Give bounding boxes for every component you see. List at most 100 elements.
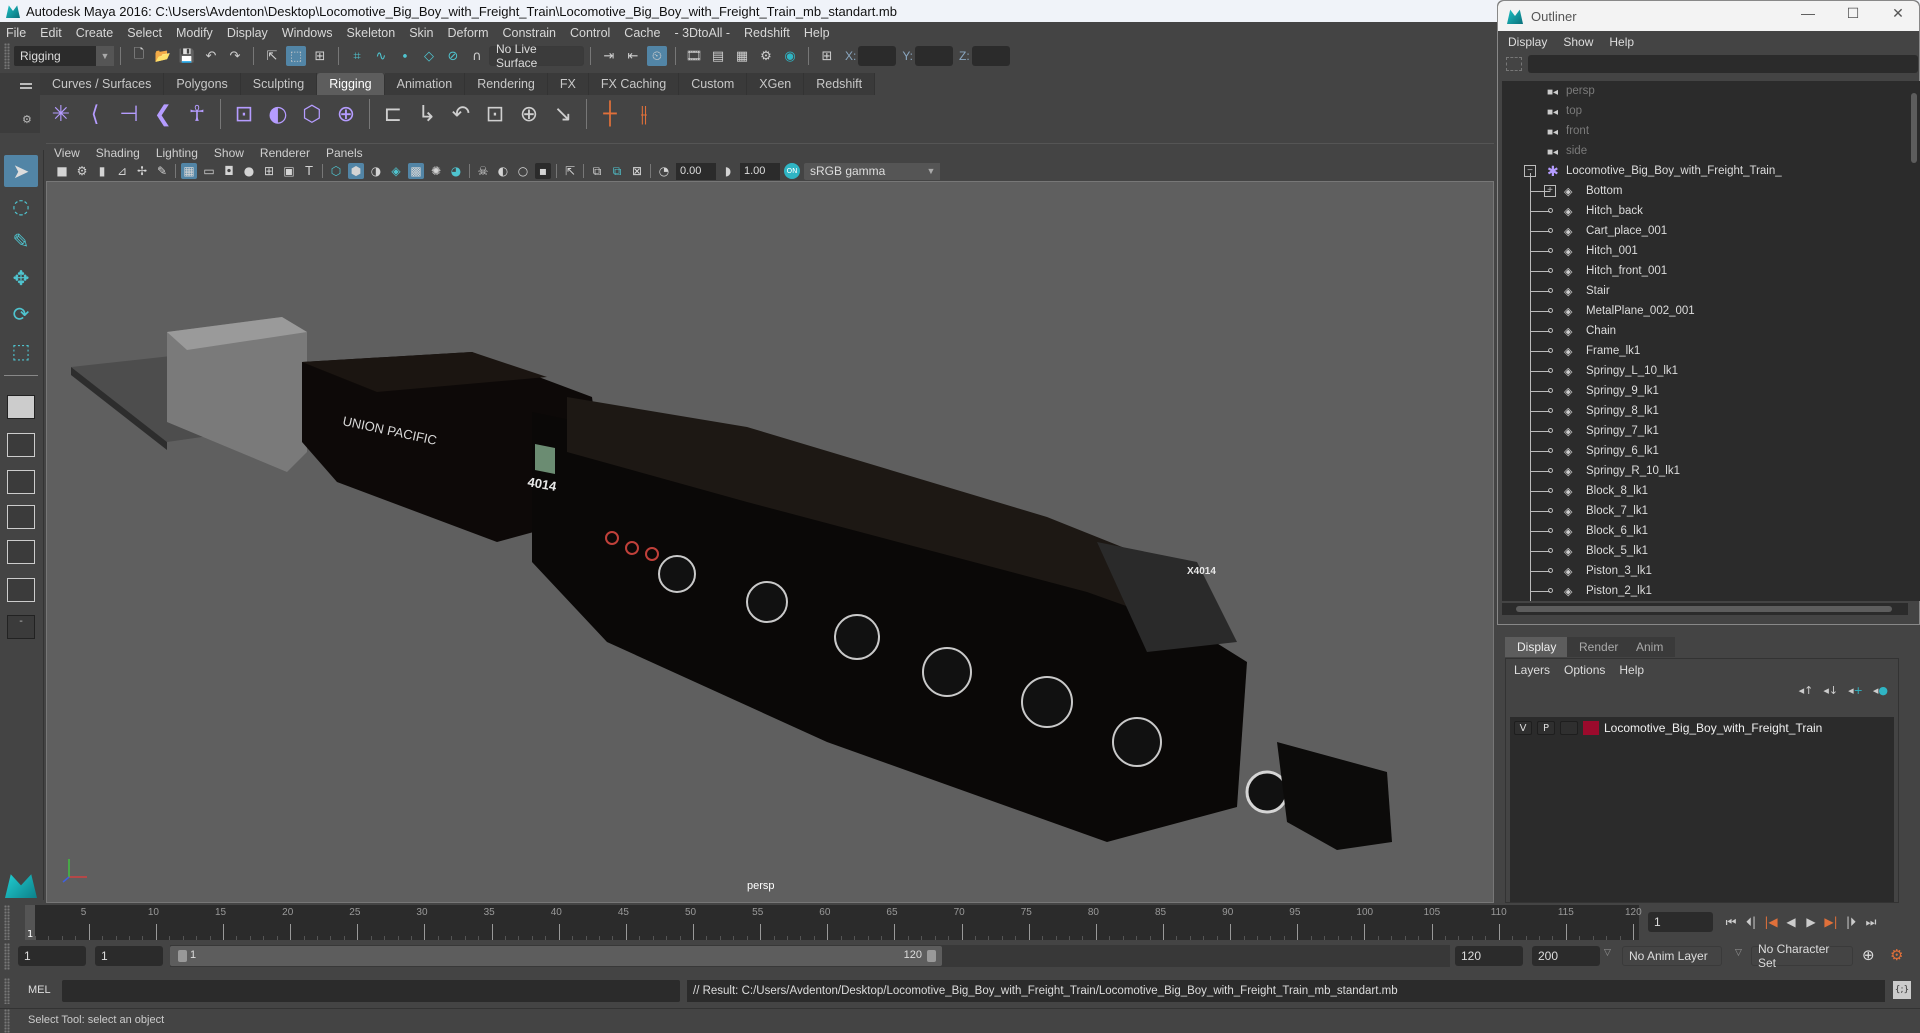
- depth-of-field-icon[interactable]: ▪: [535, 163, 551, 179]
- auto-key-icon[interactable]: ⊕: [1862, 946, 1875, 964]
- wireframe-icon[interactable]: ⬡: [328, 163, 344, 179]
- outliner-item-front[interactable]: ■◂ front: [1502, 121, 1908, 141]
- menu-skeleton[interactable]: Skeleton: [347, 26, 396, 40]
- render-sequence-icon[interactable]: ▤: [708, 46, 728, 66]
- outliner-item-root[interactable]: − ✱ Locomotive_Big_Boy_with_Freight_Trai…: [1502, 161, 1908, 181]
- add-influence-icon[interactable]: ┼: [595, 99, 625, 129]
- step-back-key-icon[interactable]: |◀: [1761, 912, 1781, 932]
- current-frame-field[interactable]: 1: [1648, 912, 1713, 932]
- outliner-item-side[interactable]: ■◂ side: [1502, 141, 1908, 161]
- outliner-item[interactable]: ◈ Springy_9_lk1: [1502, 381, 1908, 401]
- step-back-frame-icon[interactable]: ⏴|: [1741, 912, 1761, 932]
- field-chart-icon[interactable]: ⊞: [261, 163, 277, 179]
- go-to-end-icon[interactable]: ⏭: [1861, 912, 1881, 932]
- resolution-gate-icon[interactable]: ◘: [221, 163, 237, 179]
- film-gate-icon[interactable]: ▭: [201, 163, 217, 179]
- grip-handle[interactable]: [4, 978, 10, 1004]
- aim-constraint-icon[interactable]: ⊕: [514, 99, 544, 129]
- persp-outliner-graph-layout-icon[interactable]: [7, 578, 35, 602]
- menu-control[interactable]: Control: [570, 26, 610, 40]
- outliner-item[interactable]: ◈ Springy_7_lk1: [1502, 421, 1908, 441]
- persp-graph-layout-icon[interactable]: [7, 505, 35, 529]
- outliner-search-input[interactable]: [1528, 55, 1918, 73]
- viewport-menu-renderer[interactable]: Renderer: [260, 146, 310, 160]
- exposure-field[interactable]: 0.00: [676, 162, 716, 180]
- move-tool-icon[interactable]: ✥: [4, 262, 38, 294]
- xray-active-components-icon[interactable]: ⧉: [609, 163, 625, 179]
- viewport-menu-shading[interactable]: Shading: [96, 146, 140, 160]
- menu-file[interactable]: File: [6, 26, 26, 40]
- script-language-toggle[interactable]: MEL: [28, 984, 51, 996]
- humanik-icon[interactable]: ☥: [182, 99, 212, 129]
- outliner-item[interactable]: ◈ Cart_place_001: [1502, 221, 1908, 241]
- step-forward-frame-icon[interactable]: |⏵: [1841, 912, 1861, 932]
- shelf-tab-rendering[interactable]: Rendering: [465, 73, 548, 95]
- grip-handle[interactable]: [4, 43, 10, 69]
- paint-weights-icon[interactable]: ⊡: [229, 99, 259, 129]
- outliner-item-persp[interactable]: ■◂ persp: [1502, 81, 1908, 101]
- viewport-menu-lighting[interactable]: Lighting: [156, 146, 198, 160]
- shelf-tab-redshift[interactable]: Redshift: [804, 73, 876, 95]
- menu-select[interactable]: Select: [127, 26, 162, 40]
- menu-constrain[interactable]: Constrain: [503, 26, 557, 40]
- animation-end-field[interactable]: 200: [1532, 946, 1600, 966]
- ik-spring-icon[interactable]: ❮: [148, 99, 178, 129]
- layer-tab-display[interactable]: Display: [1505, 637, 1569, 657]
- camera-attributes-icon[interactable]: ⚙: [74, 163, 90, 179]
- layer-color-swatch[interactable]: [1583, 721, 1599, 735]
- perspective-viewport[interactable]: UNION PACIFIC 4014 X4014 persp: [46, 181, 1494, 903]
- y-field[interactable]: [915, 46, 954, 66]
- outliner-item[interactable]: ◈ Chain: [1502, 321, 1908, 341]
- playback-start-field[interactable]: 1: [95, 946, 163, 966]
- ipr-render-icon[interactable]: ▦: [732, 46, 752, 66]
- textured-icon[interactable]: ▩: [408, 163, 424, 179]
- viewport-menu-show[interactable]: Show: [214, 146, 244, 160]
- gamma-field[interactable]: 1.00: [740, 162, 780, 180]
- hypershade-persp-layout-icon[interactable]: [7, 540, 35, 564]
- open-scene-icon[interactable]: 📂: [153, 46, 173, 66]
- ik-spline-icon[interactable]: ⊣: [114, 99, 144, 129]
- lattice-icon[interactable]: ⬡: [297, 99, 327, 129]
- viewport-menu-view[interactable]: View: [54, 146, 80, 160]
- go-to-start-icon[interactable]: ⏮: [1721, 912, 1741, 932]
- outliner-item[interactable]: ◈ Springy_L_10_lk1: [1502, 361, 1908, 381]
- select-hierarchy-icon[interactable]: ⇱: [262, 46, 282, 66]
- shelf-tab-rigging[interactable]: Rigging: [317, 73, 385, 95]
- new-empty-layer-icon[interactable]: ◂+: [1848, 684, 1863, 697]
- outliner-item[interactable]: ◈ Frame_lk1: [1502, 341, 1908, 361]
- maximize-icon[interactable]: ☐: [1833, 5, 1873, 22]
- outliner-item[interactable]: ◈ Block_5_lk1: [1502, 541, 1908, 561]
- snap-magnet-icon[interactable]: ∩: [467, 46, 487, 66]
- outliner-menu-show[interactable]: Show: [1563, 35, 1593, 49]
- hypershade-icon[interactable]: ◉: [780, 46, 800, 66]
- render-frame-icon[interactable]: 🎞: [684, 46, 704, 66]
- animation-preferences-icon[interactable]: ⚙: [1890, 946, 1903, 964]
- outliner-item[interactable]: ◈ Block_6_lk1: [1502, 521, 1908, 541]
- x-field[interactable]: [858, 46, 897, 66]
- menu-windows[interactable]: Windows: [282, 26, 333, 40]
- outliner-vertical-scrollbar[interactable]: [1908, 81, 1920, 601]
- new-layer-from-selection-icon[interactable]: ◂●: [1873, 684, 1888, 697]
- select-object-icon[interactable]: ⬚: [286, 46, 306, 66]
- time-slider[interactable]: 1 5 10 15 20 25 30 35 40 45 50 55 60 65 70 75 80 85 90 95 1…: [25, 905, 1642, 940]
- minimize-icon[interactable]: —: [1788, 5, 1828, 21]
- wireframe-on-shaded-icon[interactable]: ◈: [388, 163, 404, 179]
- shadows-icon[interactable]: ◕: [448, 163, 464, 179]
- shelf-tab-fx-caching[interactable]: FX Caching: [588, 73, 680, 95]
- menuset-dropdown[interactable]: Rigging ▼: [14, 46, 114, 66]
- range-start-handle[interactable]: [178, 950, 187, 962]
- outliner-item[interactable]: ◈ Stair: [1502, 281, 1908, 301]
- orient-constraint-icon[interactable]: ↶: [446, 99, 476, 129]
- outliner-item[interactable]: ◈ Springy_8_lk1: [1502, 401, 1908, 421]
- custom-layout-icon[interactable]: -: [7, 615, 35, 639]
- cluster-icon[interactable]: ⊕: [331, 99, 361, 129]
- range-end-handle[interactable]: [927, 950, 936, 962]
- xray-joints-icon[interactable]: ⊠: [629, 163, 645, 179]
- outliner-item[interactable]: ◈ Piston_3_lk1: [1502, 561, 1908, 581]
- lasso-tool-icon[interactable]: ◌: [4, 190, 38, 222]
- menu-modify[interactable]: Modify: [176, 26, 213, 40]
- color-management-toggle-icon[interactable]: ON: [784, 163, 800, 179]
- camera-select-icon[interactable]: ■: [54, 163, 70, 179]
- motion-blur-icon[interactable]: ◐: [495, 163, 511, 179]
- menu-3dtoall[interactable]: - 3DtoAll -: [674, 26, 730, 40]
